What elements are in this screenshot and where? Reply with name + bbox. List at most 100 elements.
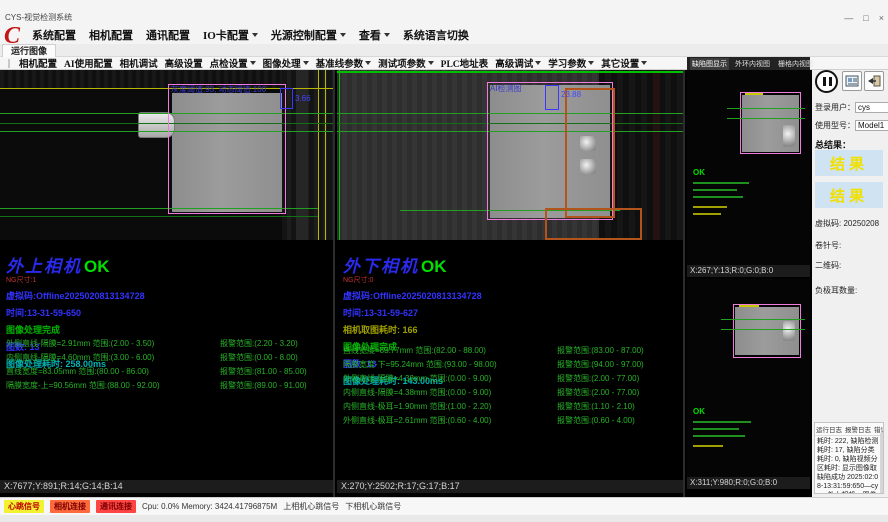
guide-mark (745, 93, 763, 95)
id-card-button[interactable] (842, 71, 862, 91)
tool-other-settings[interactable]: 其它设置 (601, 56, 647, 70)
tool-plc-address[interactable]: PLC地址表 (441, 56, 489, 70)
menu-light-config[interactable]: 光源控制配置 (271, 27, 346, 43)
cursor-coords: X:311;Y:980;R:0;G:0;B:0 (687, 477, 810, 489)
tool-learning-params[interactable]: 学习参数 (548, 56, 594, 70)
tool-baseline-params[interactable]: 基准线参数 (316, 56, 372, 70)
close-icon[interactable]: × (879, 13, 884, 23)
thumbnail-bottom-view[interactable]: OK (687, 279, 810, 477)
model-row: 使用型号：Model1 (815, 120, 888, 131)
window-title: CYS-视觉检测系统 (5, 12, 72, 23)
login-user-label: 登录用户： (815, 103, 855, 112)
guide-line (325, 70, 326, 240)
tool-camera-debug[interactable]: 相机调试 (120, 56, 158, 70)
tool-camera-config[interactable]: 相机配置 (19, 56, 57, 70)
guide-mark (739, 305, 759, 307)
menu-comm-config[interactable]: 通讯配置 (146, 27, 190, 43)
result-text-mini (693, 213, 721, 215)
window-controls: — □ × (844, 13, 884, 23)
tool-spotcheck-settings[interactable]: 点检设置 (210, 56, 256, 70)
login-user-field[interactable]: cys (855, 102, 888, 113)
menu-view[interactable]: 查看 (359, 27, 390, 43)
menu-system-config[interactable]: 系统配置 (32, 27, 76, 43)
threshold-label: 灰度阈值:93, 动态阈值:100 (171, 84, 266, 95)
status-badge: OK (693, 407, 705, 416)
image-texture (653, 70, 660, 240)
lower-camera-image[interactable]: AI检测图 23.88 (337, 70, 683, 240)
tool-advanced-settings[interactable]: 高级设置 (165, 56, 203, 70)
maximize-icon[interactable]: □ (863, 13, 868, 23)
upper-measure-rows: 外侧直线-隔膜=2.91mm 范围:(2.00 - 3.50)报警范围:(2.2… (6, 335, 336, 391)
tool-test-params[interactable]: 测试项参数 (378, 56, 434, 70)
chevron-down-icon (428, 61, 434, 65)
chevron-down-icon (535, 61, 541, 65)
measure-row: 直线宽度=83.77mm 范围:(82.00 - 88.00)报警范围:(83.… (343, 342, 673, 356)
tab-run-log[interactable]: 运行日志 (816, 424, 842, 434)
tab-outer-view[interactable]: 外环内视图 (733, 58, 772, 70)
camera-name: 外上相机 (6, 257, 82, 276)
menu-camera-config[interactable]: 相机配置 (89, 27, 133, 43)
measure-row: 内侧直线-隔膜=4.38mm 范围:(0.00 - 9.00)报警范围:(2.0… (343, 384, 673, 398)
chevron-down-icon (365, 61, 371, 65)
id-card-icon (845, 75, 859, 87)
toolbar-grip (8, 59, 10, 68)
baseline (727, 118, 805, 119)
log-tabs: 运行日志 报警日志 错误日志 (815, 423, 883, 436)
cursor-coords: X:7677;Y:891;R:14;G:14;B:14 (0, 480, 333, 493)
status-badge: OK (693, 168, 705, 177)
chevron-down-icon (588, 61, 594, 65)
camera-name: 外下相机 (343, 257, 419, 276)
virtual-code-label: 虚拟码: (815, 219, 841, 228)
menu-language-switch[interactable]: 系统语言切换 (403, 27, 469, 43)
tab-grid-view[interactable]: 栅格内视图 (776, 58, 815, 70)
log-scrollbar[interactable] (880, 433, 883, 493)
measure-row: 内侧直线-极耳=1.90mm 范围:(1.00 - 2.20)报警范围:(1.1… (343, 398, 673, 412)
tool-ai-config[interactable]: AI使用配置 (64, 56, 113, 70)
thumbnail-top-view[interactable]: OK (687, 70, 810, 265)
login-user-row: 登录用户：cys (815, 102, 888, 113)
baseline (337, 71, 683, 73)
virtual-code-line: 虚拟码:Offline2025020813134728 (6, 289, 145, 302)
chevron-down-icon (641, 61, 647, 65)
baseline (0, 216, 318, 217)
qr-code-label: 二维码: (815, 260, 841, 271)
tab-count-label: 负极耳数量: (815, 285, 857, 296)
status-bar: 心跳信号 相机连接 通讯连接 Cpu: 0.0% Memory: 3424.41… (0, 497, 888, 515)
pause-button[interactable] (815, 70, 838, 93)
chevron-down-icon (250, 61, 256, 65)
roi-box (733, 304, 801, 358)
guide-line (318, 70, 319, 240)
measure-row: 外侧直线-隔膜=4.38mm 范围:(0.00 - 9.00)报警范围:(2.0… (343, 370, 673, 384)
baseline (721, 319, 805, 320)
app-window: CYS-视觉检测系统 — □ × C 系统配置 相机配置 通讯配置 IO卡配置 … (0, 0, 888, 522)
upper-heartbeat-text: 上相机心跳信号 (283, 501, 339, 512)
lower-measure-rows: 直线宽度=83.77mm 范围:(82.00 - 88.00)报警范围:(83.… (343, 342, 673, 426)
grab-elapsed-line: 相机取图耗时: 166 (343, 323, 482, 336)
tab-defect-view[interactable]: 缺陷图显示 (690, 58, 729, 70)
chevron-down-icon (340, 33, 346, 37)
logout-door-icon (867, 75, 881, 87)
menu-bar: C 系统配置 相机配置 通讯配置 IO卡配置 光源控制配置 查看 系统语言切换 (0, 26, 888, 44)
logout-button[interactable] (864, 71, 884, 91)
pause-icon (823, 77, 826, 86)
ai-view-label: AI检测图 (490, 83, 522, 94)
measure-row: 内侧直线-隔膜=4.60mm 范围:(3.00 - 6.00)报警范围:(0.0… (6, 349, 336, 363)
right-sidebar: 登录用户：cys 使用型号：Model1 总结果： 结果 结果 虚拟码: 202… (812, 70, 888, 497)
tab-alarm-log[interactable]: 报警日志 (845, 424, 871, 434)
ai-detect-box (545, 208, 642, 240)
menu-io-config[interactable]: IO卡配置 (203, 27, 258, 43)
virtual-code-line: 虚拟码:Offline2025020813134728 (343, 289, 482, 302)
measure-value-label: 23.88 (561, 90, 581, 99)
log-panel: 运行日志 报警日志 错误日志 耗时: 222, 缺陷检测耗时: 17, 缺陷分类… (814, 422, 884, 494)
virtual-code-value: 20250208 (843, 219, 879, 228)
upper-camera-image[interactable]: 灰度阈值:93, 动态阈值:100 3.66 (0, 70, 333, 240)
model-field[interactable]: Model1 (855, 120, 888, 131)
time-line: 时间:13-31-59-650 (6, 306, 145, 319)
tool-advanced-debug[interactable]: 高级调试 (495, 56, 541, 70)
result-text-mini (693, 421, 751, 423)
thumbnail-view-tabs: 缺陷图显示 外环内视图 栅格内视图 (687, 57, 810, 70)
tool-image-processing[interactable]: 图像处理 (263, 56, 309, 70)
ai-detect-box (565, 88, 615, 218)
baseline (727, 108, 805, 109)
minimize-icon[interactable]: — (844, 13, 853, 23)
